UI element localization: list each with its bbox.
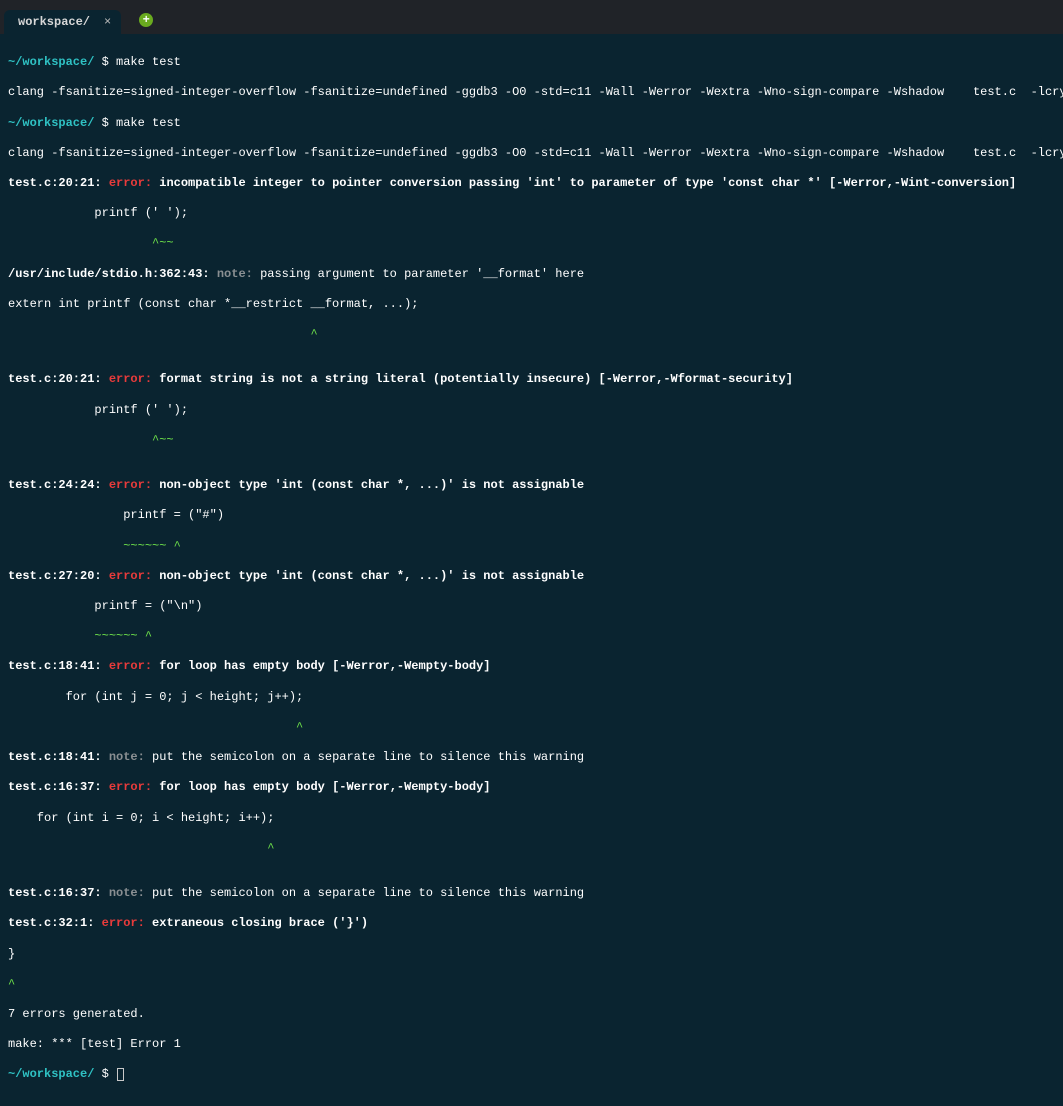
note-location: /usr/include/stdio.h:362:43: (8, 267, 217, 281)
error-tag: error: (109, 780, 159, 794)
error-tag: error: (102, 916, 152, 930)
caret-line: ^ (8, 720, 1055, 735)
error-msg: format string is not a string literal (p… (159, 372, 793, 386)
code-line: } (8, 947, 1055, 962)
error-location: test.c:18:41: (8, 659, 109, 673)
code-line: printf = ("\n") (8, 599, 1055, 614)
prompt-sep: $ (94, 1067, 116, 1081)
prompt-line: ~/workspace/ $ (8, 1067, 1055, 1082)
caret-line: ^~~ (8, 433, 1055, 448)
error-location: test.c:24:24: (8, 478, 109, 492)
cursor[interactable] (117, 1068, 124, 1081)
error-location: test.c:20:21: (8, 372, 109, 386)
add-tab-button[interactable]: + (139, 13, 153, 27)
error-line: test.c:32:1: error: extraneous closing b… (8, 916, 1055, 931)
error-location: test.c:20:21: (8, 176, 109, 190)
prompt-line: ~/workspace/ $ make test (8, 55, 1055, 70)
error-line: test.c:16:37: error: for loop has empty … (8, 780, 1055, 795)
error-msg: extraneous closing brace ('}') (152, 916, 368, 930)
note-tag: note: (217, 267, 260, 281)
error-tag: error: (109, 478, 159, 492)
tab-workspace[interactable]: workspace/ × (4, 10, 121, 34)
note-line: test.c:16:37: note: put the semicolon on… (8, 886, 1055, 901)
prompt-sep: $ (94, 55, 116, 69)
terminal-output[interactable]: ~/workspace/ $ make test clang -fsanitiz… (0, 34, 1063, 1106)
code-line: printf (' '); (8, 206, 1055, 221)
close-icon[interactable]: × (104, 15, 111, 29)
command-text: make test (116, 116, 181, 130)
tab-bar: workspace/ × + (0, 6, 1063, 34)
error-tag: error: (109, 176, 159, 190)
error-line: test.c:24:24: error: non-object type 'in… (8, 478, 1055, 493)
note-location: test.c:16:37: (8, 886, 109, 900)
note-line: /usr/include/stdio.h:362:43: note: passi… (8, 267, 1055, 282)
error-line: test.c:18:41: error: for loop has empty … (8, 659, 1055, 674)
tab-title: workspace/ (18, 15, 90, 29)
caret-line: ~~~~~~ ^ (8, 539, 1055, 554)
prompt-line: ~/workspace/ $ make test (8, 116, 1055, 131)
note-location: test.c:18:41: (8, 750, 109, 764)
prompt-path: ~/workspace/ (8, 116, 94, 130)
error-line: test.c:20:21: error: incompatible intege… (8, 176, 1055, 191)
code-line: extern int printf (const char *__restric… (8, 297, 1055, 312)
error-location: test.c:32:1: (8, 916, 102, 930)
note-msg: passing argument to parameter '__format'… (260, 267, 584, 281)
error-tag: error: (109, 659, 159, 673)
note-line: test.c:18:41: note: put the semicolon on… (8, 750, 1055, 765)
caret-line: ^ (8, 327, 1055, 342)
note-tag: note: (109, 886, 152, 900)
code-line: printf = ("#") (8, 508, 1055, 523)
make-error-line: make: *** [test] Error 1 (8, 1037, 1055, 1052)
note-msg: put the semicolon on a separate line to … (152, 750, 584, 764)
note-tag: note: (109, 750, 152, 764)
caret-line: ^~~ (8, 236, 1055, 251)
plus-icon: + (143, 14, 150, 26)
code-line: printf (' '); (8, 403, 1055, 418)
clang-line-2: clang -fsanitize=signed-integer-overflow… (8, 146, 1055, 161)
note-msg: put the semicolon on a separate line to … (152, 886, 584, 900)
summary-line: 7 errors generated. (8, 1007, 1055, 1022)
command-text: make test (116, 55, 181, 69)
error-location: test.c:16:37: (8, 780, 109, 794)
error-msg: non-object type 'int (const char *, ...)… (159, 478, 584, 492)
error-tag: error: (109, 372, 159, 386)
error-msg: for loop has empty body [-Werror,-Wempty… (159, 659, 490, 673)
error-msg: for loop has empty body [-Werror,-Wempty… (159, 780, 490, 794)
caret-line: ^ (8, 841, 1055, 856)
code-line: for (int i = 0; i < height; i++); (8, 811, 1055, 826)
prompt-path: ~/workspace/ (8, 1067, 94, 1081)
caret-line: ^ (8, 977, 1055, 992)
error-line: test.c:27:20: error: non-object type 'in… (8, 569, 1055, 584)
caret-line: ~~~~~~ ^ (8, 629, 1055, 644)
prompt-path: ~/workspace/ (8, 55, 94, 69)
clang-line-1: clang -fsanitize=signed-integer-overflow… (8, 85, 1055, 100)
code-line: for (int j = 0; j < height; j++); (8, 690, 1055, 705)
error-msg: incompatible integer to pointer conversi… (159, 176, 1016, 190)
prompt-sep: $ (94, 116, 116, 130)
error-line: test.c:20:21: error: format string is no… (8, 372, 1055, 387)
